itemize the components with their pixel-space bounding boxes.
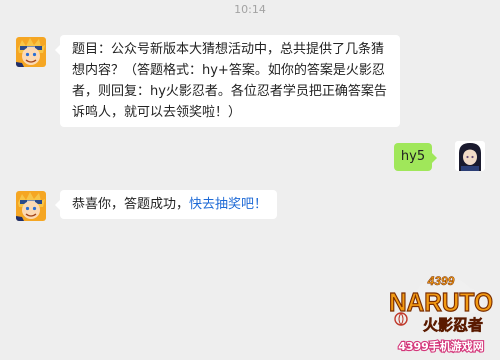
message-line: 想内容？（答题格式：hy+答案。如你的答案是火影忍 xyxy=(72,63,385,78)
user-message-text: hy5 xyxy=(400,149,426,164)
logo-site-text: 4399手机游戏网 xyxy=(398,339,484,353)
naruto-4399-logo: 4399 NARUTO 火影忍者 4399手机游戏网 xyxy=(385,272,497,356)
success-text: 恭喜你，答题成功， xyxy=(72,197,190,212)
bot-avatar[interactable] xyxy=(16,191,46,221)
bot-message-question: 题目：公众号新版本大猜想活动中，总共提供了几条猜 想内容？（答题格式：hy+答案… xyxy=(55,35,400,127)
message-line: 题目：公众号新版本大猜想活动中，总共提供了几条猜 xyxy=(72,42,385,57)
user-avatar[interactable] xyxy=(455,141,485,171)
logo-4399-text: 4399 xyxy=(427,274,455,288)
user-message: hy5 xyxy=(394,143,437,171)
logo-title-text: 火影忍者 xyxy=(423,316,483,334)
message-line: 诉鸣人，就可以去领奖啦！） xyxy=(72,105,242,120)
bot-message-success: 恭喜你，答题成功，快去抽奖吧！ xyxy=(54,190,278,219)
bot-avatar[interactable] xyxy=(16,37,46,67)
logo-naruto-text: NARUTO xyxy=(389,287,493,317)
lottery-link[interactable]: 快去抽奖吧！ xyxy=(189,197,267,212)
message-line: 者，则回复：hy火影忍者。各位忍者学员把正确答案告 xyxy=(72,84,387,99)
message-timestamp: 10:14 xyxy=(234,3,266,16)
